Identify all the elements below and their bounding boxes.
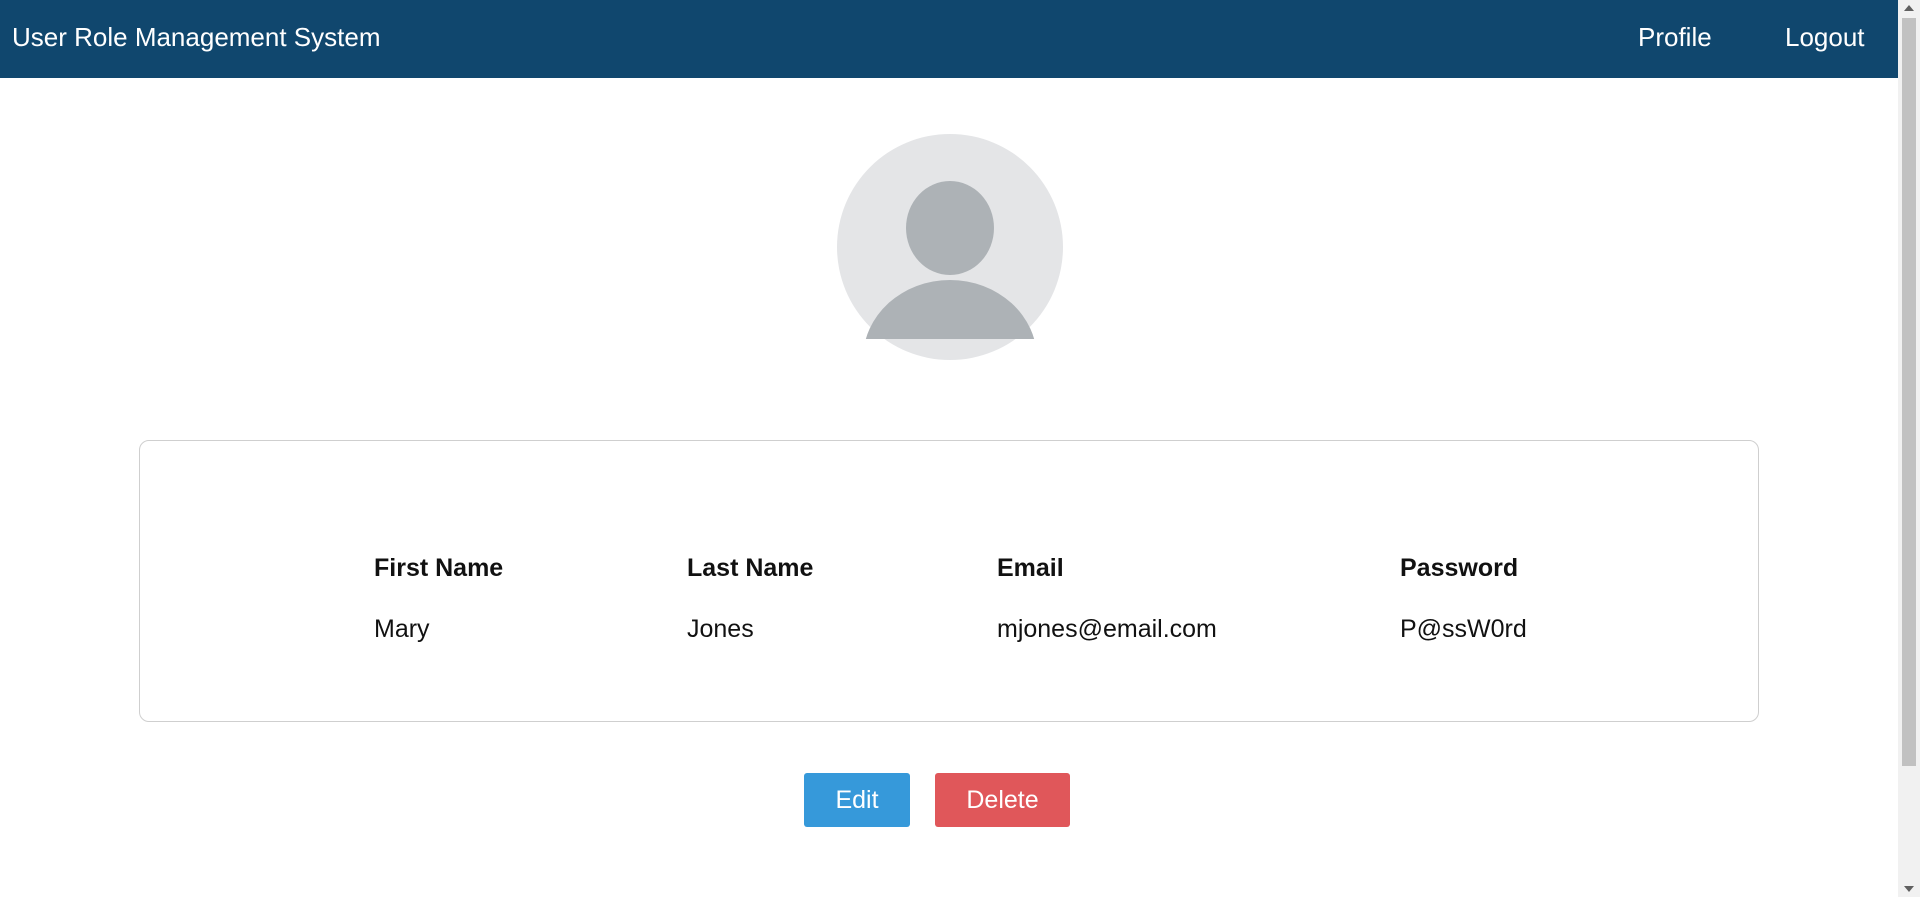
- vertical-scrollbar[interactable]: [1898, 0, 1920, 897]
- nav-logout-link[interactable]: Logout: [1785, 21, 1865, 53]
- edit-button[interactable]: Edit: [804, 773, 910, 827]
- scroll-down-arrow-icon[interactable]: [1904, 886, 1914, 892]
- value-password: P@ssW0rd: [1400, 615, 1527, 643]
- user-avatar-icon: [837, 134, 1063, 360]
- nav-profile-link[interactable]: Profile: [1638, 21, 1712, 53]
- avatar-graphic: [837, 134, 1063, 360]
- value-email: mjones@email.com: [997, 615, 1217, 643]
- scroll-up-arrow-icon[interactable]: [1904, 5, 1914, 11]
- scrollbar-thumb[interactable]: [1902, 18, 1916, 766]
- user-info-card: First Name Last Name Email Password Mary…: [139, 440, 1759, 722]
- header-password: Password: [1400, 554, 1519, 582]
- header-email: Email: [997, 554, 1064, 582]
- app-title: User Role Management System: [12, 22, 381, 52]
- delete-button[interactable]: Delete: [935, 773, 1070, 827]
- page: User Role Management System Profile Logo…: [0, 0, 1920, 897]
- top-navbar: User Role Management System Profile Logo…: [0, 0, 1898, 78]
- header-last-name: Last Name: [687, 554, 814, 582]
- header-first-name: First Name: [374, 554, 504, 582]
- value-last-name: Jones: [687, 615, 754, 643]
- value-first-name: Mary: [374, 615, 430, 643]
